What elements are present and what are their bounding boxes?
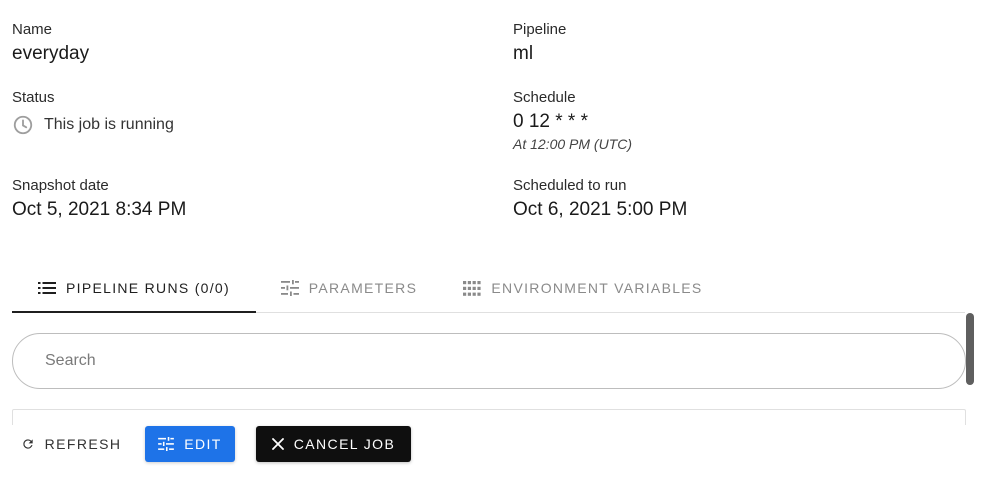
list-icon bbox=[38, 281, 57, 295]
tab-pipeline-runs-label: Pipeline runs (0/0) bbox=[66, 280, 230, 296]
tab-environment-variables-label: Environment variables bbox=[491, 280, 703, 296]
status-field: Status This job is running bbox=[12, 88, 174, 136]
schedule-description: At 12:00 PM (UTC) bbox=[513, 136, 633, 152]
refresh-label: Refresh bbox=[44, 436, 122, 452]
refresh-button[interactable]: Refresh bbox=[12, 426, 130, 462]
refresh-icon bbox=[21, 437, 35, 451]
scheduled-to-run-label: Scheduled to run bbox=[513, 177, 627, 194]
action-bar: Refresh Edit Cancel job bbox=[0, 425, 994, 484]
tune-icon bbox=[280, 280, 299, 296]
snapshot-date-field: Snapshot date Oct 5, 2021 8:34 PM bbox=[12, 176, 186, 222]
schedule-label: Schedule bbox=[513, 89, 576, 106]
scrollbar-thumb[interactable] bbox=[966, 313, 974, 385]
status-label: Status bbox=[12, 89, 55, 106]
status-row: This job is running bbox=[12, 114, 174, 136]
search-box bbox=[12, 333, 966, 389]
tab-parameters-label: Parameters bbox=[308, 280, 418, 296]
cancel-job-button[interactable]: Cancel job bbox=[256, 426, 411, 462]
job-tabs: Pipeline runs (0/0) Parameters bbox=[12, 264, 965, 313]
schedule-cron: 0 12 * * * bbox=[513, 111, 588, 132]
pipeline-value: ml bbox=[513, 43, 534, 64]
scheduled-to-run-field: Scheduled to run Oct 6, 2021 5:00 PM bbox=[513, 176, 687, 222]
snapshot-date-label: Snapshot date bbox=[12, 177, 109, 194]
edit-button[interactable]: Edit bbox=[145, 426, 235, 462]
close-icon bbox=[271, 438, 284, 450]
name-value: everyday bbox=[12, 43, 90, 64]
status-value: This job is running bbox=[44, 116, 174, 133]
tab-pipeline-runs[interactable]: Pipeline runs (0/0) bbox=[12, 264, 256, 312]
schedule-field: Schedule 0 12 * * * At 12:00 PM (UTC) bbox=[513, 88, 632, 154]
edit-label: Edit bbox=[184, 436, 222, 452]
pipeline-field: Pipeline ml bbox=[513, 20, 566, 66]
snapshot-date-value: Oct 5, 2021 8:34 PM bbox=[12, 199, 187, 220]
name-label: Name bbox=[12, 21, 53, 38]
name-field: Name everyday bbox=[12, 20, 89, 66]
cancel-job-label: Cancel job bbox=[293, 436, 396, 452]
tab-parameters[interactable]: Parameters bbox=[256, 264, 442, 312]
active-tab-indicator bbox=[12, 311, 256, 313]
clock-icon bbox=[12, 114, 34, 136]
search-input[interactable] bbox=[45, 352, 925, 370]
tab-environment-variables[interactable]: Environment variables bbox=[442, 264, 724, 312]
pipeline-label: Pipeline bbox=[513, 21, 567, 38]
scheduled-to-run-value: Oct 6, 2021 5:00 PM bbox=[513, 199, 688, 220]
grid-icon bbox=[463, 280, 482, 296]
tune-icon bbox=[158, 437, 175, 451]
